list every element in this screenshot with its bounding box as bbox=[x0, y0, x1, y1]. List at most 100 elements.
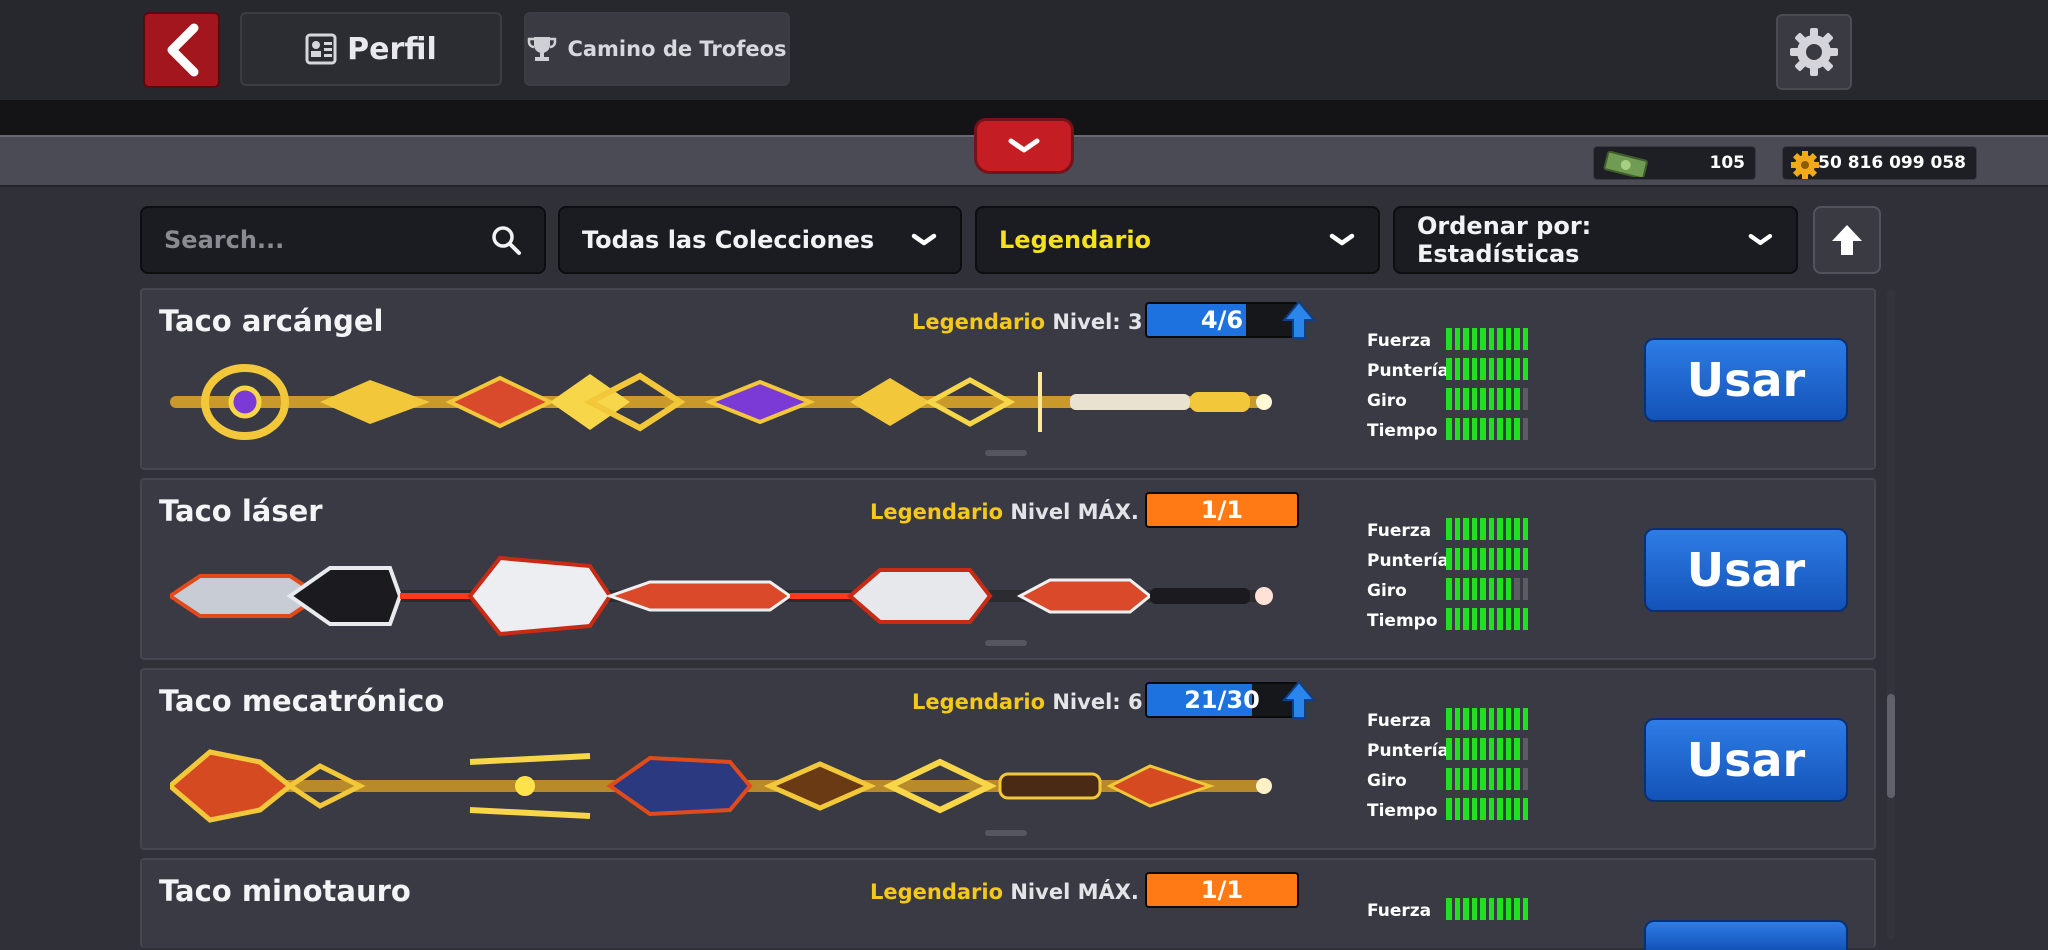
stat-segment bbox=[1454, 518, 1460, 540]
stat-segment bbox=[1454, 388, 1460, 410]
use-button[interactable]: Usar bbox=[1644, 338, 1848, 422]
stat-segment bbox=[1454, 328, 1460, 350]
stat-segment bbox=[1446, 518, 1452, 540]
stat-segment bbox=[1497, 798, 1503, 820]
stat-bar bbox=[1446, 548, 1528, 570]
stat-segment bbox=[1505, 388, 1511, 410]
cue-progress-bar: 4/6 bbox=[1145, 302, 1299, 338]
search-input[interactable]: Search... bbox=[140, 206, 546, 274]
scrollbar-track bbox=[1887, 290, 1895, 940]
cue-progress-bar: 21/30 bbox=[1145, 682, 1299, 718]
stat-segment bbox=[1480, 548, 1486, 570]
stat-segment bbox=[1446, 898, 1452, 920]
row-handle bbox=[985, 640, 1027, 646]
cue-progress-text: 21/30 bbox=[1184, 686, 1260, 714]
use-button[interactable]: Usar bbox=[1644, 718, 1848, 802]
stat-segment bbox=[1463, 418, 1469, 440]
stat-segment bbox=[1514, 388, 1520, 410]
stat-segment bbox=[1480, 738, 1486, 760]
cue-name: Taco arcángel bbox=[159, 304, 384, 338]
search-icon bbox=[492, 226, 521, 255]
tab-trophy-road[interactable]: Camino de Trofeos bbox=[524, 12, 790, 86]
stat-segment bbox=[1505, 518, 1511, 540]
tab-profile[interactable]: Perfil bbox=[240, 12, 502, 86]
collapse-header-button[interactable] bbox=[974, 118, 1074, 174]
cue-stat-labels: Fuerza Puntería Giro Tiempo bbox=[1367, 706, 1449, 826]
cue-row[interactable]: Taco minotauro Legendario Nivel MÁX. 1/1… bbox=[140, 858, 1876, 950]
stat-bar bbox=[1446, 578, 1528, 600]
stat-segment bbox=[1488, 608, 1494, 630]
stat-segment bbox=[1497, 708, 1503, 730]
stat-segment bbox=[1480, 608, 1486, 630]
stat-segment bbox=[1471, 548, 1477, 570]
stat-segment bbox=[1488, 898, 1494, 920]
cue-row[interactable]: Taco láser Legendario Nivel MÁX. 1/1 Fue… bbox=[140, 478, 1876, 660]
stat-segment bbox=[1497, 418, 1503, 440]
cue-level: Nivel MÁX. bbox=[1010, 880, 1139, 904]
collection-dropdown[interactable]: Todas las Colecciones bbox=[558, 206, 962, 274]
chevron-down-icon bbox=[911, 233, 937, 246]
stat-segment bbox=[1522, 708, 1528, 730]
stat-segment bbox=[1488, 388, 1494, 410]
stat-segment bbox=[1471, 358, 1477, 380]
scrollbar-thumb[interactable] bbox=[1887, 694, 1895, 798]
stat-segment bbox=[1514, 578, 1520, 600]
stat-segment bbox=[1446, 388, 1452, 410]
cue-stat-labels: Fuerza Puntería Giro Tiempo bbox=[1367, 516, 1449, 636]
sort-value: Ordenar por: Estadísticas bbox=[1417, 212, 1592, 268]
stat-segment bbox=[1522, 768, 1528, 790]
stat-segment bbox=[1454, 358, 1460, 380]
use-button[interactable]: Usar bbox=[1644, 528, 1848, 612]
stat-segment bbox=[1446, 578, 1452, 600]
stat-segment bbox=[1471, 578, 1477, 600]
stat-segment bbox=[1471, 518, 1477, 540]
stat-segment bbox=[1505, 708, 1511, 730]
stat-segment bbox=[1446, 768, 1452, 790]
stat-segment bbox=[1471, 418, 1477, 440]
stat-segment bbox=[1514, 608, 1520, 630]
stat-segment bbox=[1463, 768, 1469, 790]
stat-segment bbox=[1522, 358, 1528, 380]
stat-segment bbox=[1463, 738, 1469, 760]
stat-segment bbox=[1463, 898, 1469, 920]
stat-segment bbox=[1480, 578, 1486, 600]
settings-button[interactable] bbox=[1776, 14, 1852, 90]
use-button[interactable] bbox=[1644, 920, 1848, 950]
rarity-dropdown[interactable]: Legendario bbox=[975, 206, 1380, 274]
cue-progress-text: 4/6 bbox=[1200, 306, 1244, 334]
stat-segment bbox=[1514, 328, 1520, 350]
cash-counter[interactable]: 105 bbox=[1593, 146, 1756, 180]
stat-segment bbox=[1446, 738, 1452, 760]
sort-dropdown[interactable]: Ordenar por: Estadísticas bbox=[1393, 206, 1798, 274]
trophy-icon bbox=[528, 37, 557, 61]
cue-image bbox=[170, 555, 1273, 637]
stat-segment bbox=[1488, 708, 1494, 730]
stat-segment bbox=[1522, 898, 1528, 920]
stat-segment bbox=[1505, 418, 1511, 440]
stat-segment bbox=[1454, 578, 1460, 600]
stat-segment bbox=[1480, 388, 1486, 410]
stat-bar bbox=[1446, 328, 1528, 350]
stat-bar bbox=[1446, 738, 1528, 760]
stat-segment bbox=[1514, 738, 1520, 760]
stat-segment bbox=[1471, 328, 1477, 350]
stat-segment bbox=[1505, 578, 1511, 600]
back-button[interactable] bbox=[143, 12, 220, 88]
stat-segment bbox=[1497, 548, 1503, 570]
row-handle bbox=[985, 830, 1027, 836]
stat-label: Puntería bbox=[1367, 741, 1450, 761]
stat-segment bbox=[1454, 798, 1460, 820]
stat-segment bbox=[1480, 708, 1486, 730]
tab-profile-label: Perfil bbox=[347, 31, 437, 67]
sort-direction-button[interactable] bbox=[1813, 206, 1881, 274]
stat-segment bbox=[1463, 578, 1469, 600]
cue-row[interactable]: Taco mecatrónico Legendario Nivel: 6 21/… bbox=[140, 668, 1876, 850]
stat-label: Fuerza bbox=[1367, 711, 1432, 731]
stat-segment bbox=[1463, 608, 1469, 630]
cue-row[interactable]: Taco arcángel Legendario Nivel: 3 4/6 Fu… bbox=[140, 288, 1876, 470]
stat-label: Fuerza bbox=[1367, 901, 1432, 921]
coins-counter[interactable]: 50 816 099 058 bbox=[1782, 146, 1977, 180]
stat-segment bbox=[1505, 768, 1511, 790]
stat-label: Puntería bbox=[1367, 551, 1450, 571]
stat-segment bbox=[1505, 738, 1511, 760]
